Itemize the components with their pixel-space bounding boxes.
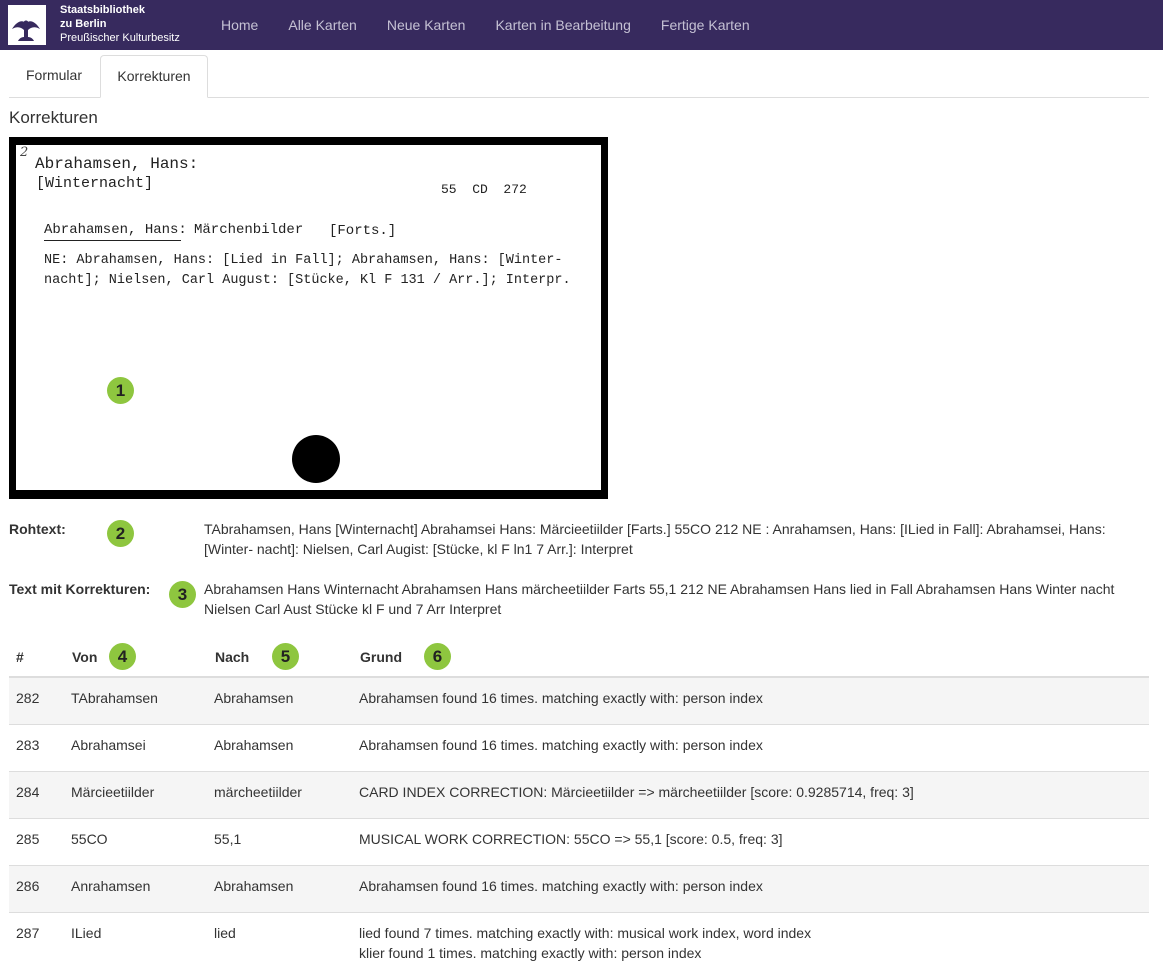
card-corner-mark: 2 (20, 145, 29, 160)
korrigiert-line-2: Nielsen Carl Aust Stücke kl F und 7 Arr … (204, 601, 502, 617)
card-signature: 55 CD 272 (441, 182, 527, 197)
cell-grund-line-1: lied found 7 times. matching exactly wit… (359, 925, 812, 941)
main-nav: Home Alle Karten Neue Karten Karten in B… (206, 0, 765, 50)
tab-formular[interactable]: Formular (9, 55, 99, 96)
table-row: 287 ILied lied lied found 7 times. match… (9, 912, 1149, 961)
table-row: 282 TAbrahamsen Abrahamsen Abrahamsen fo… (9, 677, 1149, 725)
cell-grund: MUSICAL WORK CORRECTION: 55CO => 55,1 [s… (359, 831, 783, 847)
rohtext-line-2: [Winter- nacht]: Nielsen, Carl Augist: [… (204, 541, 633, 557)
tab-korrekturen[interactable]: Korrekturen (100, 55, 208, 98)
cell-von: 55CO (71, 831, 108, 847)
rohtext-label: Rohtext: (9, 521, 66, 537)
card-underline (44, 240, 181, 241)
cell-von: ILied (71, 925, 102, 941)
nav-fertige-karten[interactable]: Fertige Karten (646, 0, 765, 50)
nav-neue-karten[interactable]: Neue Karten (372, 0, 481, 50)
cell-grund: Abrahamsen found 16 times. matching exac… (359, 878, 763, 894)
annotation-badge-6: 6 (424, 643, 451, 670)
cell-grund: Abrahamsen found 16 times. matching exac… (359, 737, 763, 753)
brand-line-2: zu Berlin (60, 18, 107, 30)
col-header-von: Von (72, 649, 98, 665)
cell-grund: Abrahamsen found 16 times. matching exac… (359, 690, 763, 706)
col-header-grund: Grund (360, 649, 402, 665)
cell-grund-line-2: klier found 1 times. matching exactly wi… (359, 945, 702, 961)
rohtext-line-1: TAbrahamsen, Hans [Winternacht] Abrahams… (204, 521, 1106, 537)
cell-nach: Abrahamsen (214, 878, 294, 894)
cell-von: TAbrahamsen (71, 690, 158, 706)
top-navbar: Staatsbibliothek zu Berlin Preußischer K… (0, 0, 1163, 50)
cell-num: 285 (16, 831, 40, 847)
brand-line-3: Preußischer Kulturbesitz (60, 32, 180, 44)
catalog-card-face: 2 Abrahamsen, Hans: [Winternacht] 55 CD … (16, 145, 601, 490)
annotation-badge-5: 5 (272, 643, 299, 670)
cell-num: 282 (16, 690, 40, 706)
nav-home[interactable]: Home (206, 0, 273, 50)
cell-von: Anrahamsen (71, 878, 151, 894)
cell-num: 284 (16, 784, 40, 800)
cell-nach: Abrahamsen (214, 737, 294, 753)
table-row: 284 Märcieetiilder märcheetiilder CARD I… (9, 771, 1149, 819)
card-ne-line-1: NE: Abrahamsen, Hans: [Lied in Fall]; Ab… (44, 253, 563, 268)
cell-von: Abrahamsei (71, 737, 146, 753)
cell-nach: 55,1 (214, 831, 242, 847)
tab-bar: Formular Korrekturen (9, 55, 1149, 98)
cell-von: Märcieetiilder (71, 784, 155, 800)
table-row: 285 55CO 55,1 MUSICAL WORK CORRECTION: 5… (9, 818, 1149, 866)
rohtext-value: TAbrahamsen, Hans [Winternacht] Abrahams… (204, 519, 1106, 559)
card-name: Abrahamsen, Hans: (35, 155, 199, 173)
card-ref-name: Abrahamsen, Hans: (44, 222, 187, 238)
korrigiert-line-1: Abrahamsen Hans Winternacht Abrahamsen H… (204, 581, 1115, 597)
card-punch-hole (292, 435, 340, 483)
korrigiert-value: Abrahamsen Hans Winternacht Abrahamsen H… (204, 579, 1114, 619)
card-title: [Winternacht] (36, 175, 154, 192)
cell-nach: Abrahamsen (214, 690, 294, 706)
card-ref-work: Märchenbilder (194, 222, 304, 238)
cell-nach: märcheetiilder (214, 784, 302, 800)
card-ne-line-2: nacht]; Nielsen, Carl August: [Stücke, K… (44, 273, 571, 288)
cell-grund: CARD INDEX CORRECTION: Märcieetiilder =>… (359, 784, 914, 800)
annotation-badge-4: 4 (109, 643, 136, 670)
annotation-badge-1: 1 (107, 377, 134, 404)
col-header-num: # (16, 649, 24, 665)
cell-nach: lied (214, 925, 236, 941)
table-row: 286 Anrahamsen Abrahamsen Abrahamsen fou… (9, 865, 1149, 913)
cell-num: 287 (16, 925, 40, 941)
annotation-badge-2: 2 (107, 520, 134, 547)
cell-num: 283 (16, 737, 40, 753)
table-row: 283 Abrahamsei Abrahamsen Abrahamsen fou… (9, 724, 1149, 772)
eagle-icon (12, 20, 40, 41)
brand-text[interactable]: Staatsbibliothek zu Berlin Preußischer K… (60, 3, 180, 45)
cell-grund: lied found 7 times. matching exactly wit… (359, 923, 811, 963)
catalog-card-image: 2 Abrahamsen, Hans: [Winternacht] 55 CD … (9, 137, 608, 499)
annotation-badge-3: 3 (169, 581, 196, 608)
nav-karten-in-bearbeitung[interactable]: Karten in Bearbeitung (480, 0, 645, 50)
page-title: Korrekturen (9, 108, 98, 127)
cell-num: 286 (16, 878, 40, 894)
brand-line-1: Staatsbibliothek (60, 4, 145, 16)
col-header-nach: Nach (215, 649, 250, 665)
library-logo[interactable] (8, 5, 46, 45)
nav-alle-karten[interactable]: Alle Karten (273, 0, 371, 50)
card-ref-forts: [Forts.] (329, 223, 397, 239)
korrigiert-label: Text mit Korrekturen: (9, 581, 151, 597)
